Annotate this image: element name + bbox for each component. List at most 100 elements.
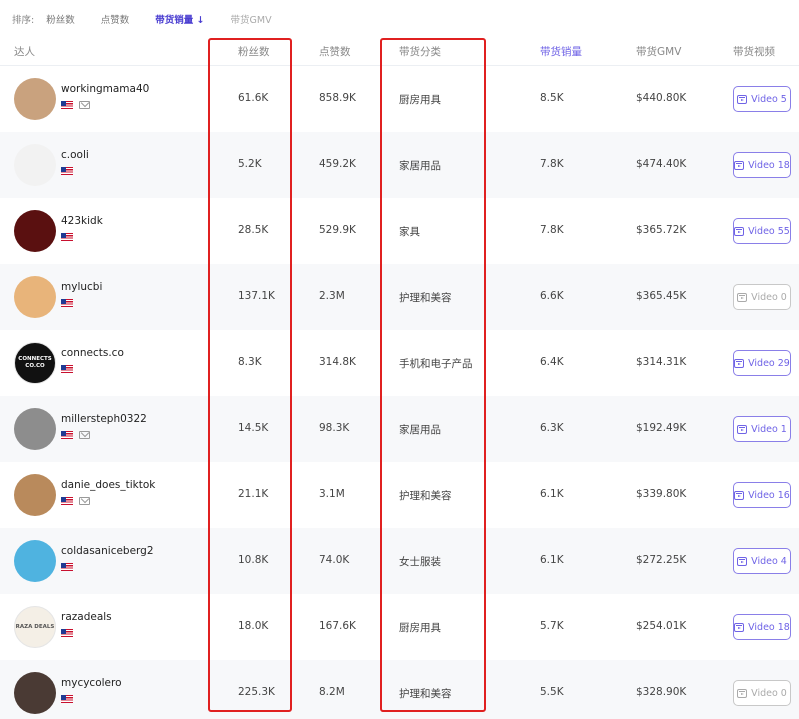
likes-value: 314.8K [319, 356, 356, 368]
creator-name[interactable]: coldasaniceberg2 [61, 545, 154, 557]
table-row[interactable]: mylucbi 137.1K 2.3M 护理和美容 6.6K $365.45K Video … [0, 264, 799, 330]
followers-value: 10.8K [238, 554, 269, 566]
gmv-value: $328.90K [636, 686, 687, 698]
video-button[interactable]: Video 29 [733, 350, 791, 376]
header-category: 带货分类 [399, 46, 441, 58]
us-flag-icon [61, 695, 73, 703]
video-button-label: Video 1 [751, 423, 787, 435]
table-row[interactable]: 423kidk 28.5K 529.9K 家具 7.8K $365.72K Video 55 [0, 198, 799, 264]
sort-option-followers[interactable]: 粉丝数 [46, 12, 75, 26]
sales-value: 8.5K [540, 92, 564, 104]
creator-name[interactable]: mycycolero [61, 677, 122, 689]
video-icon [737, 556, 748, 566]
video-button[interactable]: Video 18 [733, 614, 791, 640]
creator-name[interactable]: workingmama40 [61, 83, 149, 95]
avatar[interactable] [14, 210, 56, 252]
sales-value: 6.4K [540, 356, 564, 368]
sort-option-gmv[interactable]: 带货GMV [231, 12, 272, 26]
avatar[interactable] [14, 540, 56, 582]
creator-name[interactable]: mylucbi [61, 281, 102, 293]
category-value: 家具 [399, 226, 420, 238]
table-row[interactable]: c.ooli 5.2K 459.2K 家居用品 7.8K $474.40K Video 18 [0, 132, 799, 198]
video-button[interactable]: Video 18 [733, 152, 791, 178]
category-value: 护理和美容 [399, 292, 452, 304]
gmv-value: $365.45K [636, 290, 687, 302]
table-row[interactable]: millersteph0322 14.5K 98.3K 家居用品 6.3K $192.49… [0, 396, 799, 462]
video-icon [734, 226, 745, 236]
likes-value: 858.9K [319, 92, 356, 104]
sort-option-likes[interactable]: 点赞数 [101, 12, 130, 26]
table-row[interactable]: mycycolero 225.3K 8.2M 护理和美容 5.5K $328.90K Vid… [0, 660, 799, 719]
gmv-value: $272.25K [636, 554, 687, 566]
avatar[interactable] [14, 408, 56, 450]
table-row[interactable]: workingmama40 61.6K 858.9K 厨房用具 8.5K $440.80K… [0, 66, 799, 132]
avatar[interactable]: CONNECTS CO.CO [14, 342, 56, 384]
avatar[interactable]: RAZA DEALS [14, 606, 56, 648]
video-button[interactable]: Video 0 [733, 680, 791, 706]
video-button-label: Video 18 [748, 621, 790, 633]
avatar[interactable] [14, 672, 56, 714]
likes-value: 529.9K [319, 224, 356, 236]
gmv-value: $339.80K [636, 488, 687, 500]
creator-badges [61, 497, 90, 505]
video-button[interactable]: Video 16 [733, 482, 791, 508]
category-value: 护理和美容 [399, 490, 452, 502]
likes-value: 98.3K [319, 422, 350, 434]
creator-name[interactable]: millersteph0322 [61, 413, 147, 425]
creator-badges [61, 101, 90, 109]
followers-value: 137.1K [238, 290, 275, 302]
header-sales[interactable]: 带货销量 [540, 44, 582, 59]
creator-name[interactable]: connects.co [61, 347, 124, 359]
mail-icon[interactable] [79, 431, 90, 439]
category-value: 女士服装 [399, 556, 441, 568]
creator-badges [61, 629, 73, 637]
creator-badges [61, 233, 73, 241]
video-button-label: Video 4 [751, 555, 787, 567]
sales-value: 6.1K [540, 554, 564, 566]
mail-icon[interactable] [79, 497, 90, 505]
likes-value: 459.2K [319, 158, 356, 170]
us-flag-icon [61, 431, 73, 439]
sales-value: 5.5K [540, 686, 564, 698]
header-likes[interactable]: 点赞数 [319, 44, 351, 59]
sales-value: 7.8K [540, 158, 564, 170]
creator-badges [61, 167, 73, 175]
creator-badges [61, 299, 73, 307]
video-icon [734, 358, 745, 368]
creator-name[interactable]: danie_does_tiktok [61, 479, 155, 491]
video-button[interactable]: Video 4 [733, 548, 791, 574]
video-button[interactable]: Video 55 [733, 218, 791, 244]
creator-badges [61, 563, 73, 571]
followers-value: 225.3K [238, 686, 275, 698]
video-icon [734, 160, 745, 170]
followers-value: 21.1K [238, 488, 269, 500]
video-button[interactable]: Video 5 [733, 86, 791, 112]
creator-name[interactable]: 423kidk [61, 215, 103, 227]
video-button-label: Video 0 [751, 687, 787, 699]
table-row[interactable]: CONNECTS CO.CO connects.co 8.3K 314.8K 手机和电子… [0, 330, 799, 396]
table-row[interactable]: coldasaniceberg2 10.8K 74.0K 女士服装 6.1K $272.2… [0, 528, 799, 594]
avatar[interactable] [14, 474, 56, 516]
header-gmv[interactable]: 带货GMV [636, 44, 681, 59]
table-row[interactable]: RAZA DEALS razadeals 18.0K 167.6K 厨房用具 5.7K $2… [0, 594, 799, 660]
sales-value: 5.7K [540, 620, 564, 632]
video-button[interactable]: Video 1 [733, 416, 791, 442]
sort-option-sales[interactable]: 带货销量 ↓ [155, 12, 204, 26]
header-creator: 达人 [14, 46, 35, 58]
sort-label: 排序: [12, 15, 35, 26]
header-followers[interactable]: 粉丝数 [238, 44, 270, 59]
followers-value: 28.5K [238, 224, 269, 236]
avatar[interactable] [14, 78, 56, 120]
video-button-label: Video 55 [748, 225, 790, 237]
video-button[interactable]: Video 0 [733, 284, 791, 310]
creator-name[interactable]: c.ooli [61, 149, 89, 161]
table-row[interactable]: danie_does_tiktok 21.1K 3.1M 护理和美容 6.1K $339.… [0, 462, 799, 528]
creator-name[interactable]: razadeals [61, 611, 112, 623]
mail-icon[interactable] [79, 101, 90, 109]
avatar[interactable] [14, 276, 56, 318]
category-value: 厨房用具 [399, 94, 441, 106]
category-value: 厨房用具 [399, 622, 441, 634]
avatar[interactable] [14, 144, 56, 186]
followers-value: 5.2K [238, 158, 262, 170]
header-videos: 带货视频 [733, 46, 775, 58]
